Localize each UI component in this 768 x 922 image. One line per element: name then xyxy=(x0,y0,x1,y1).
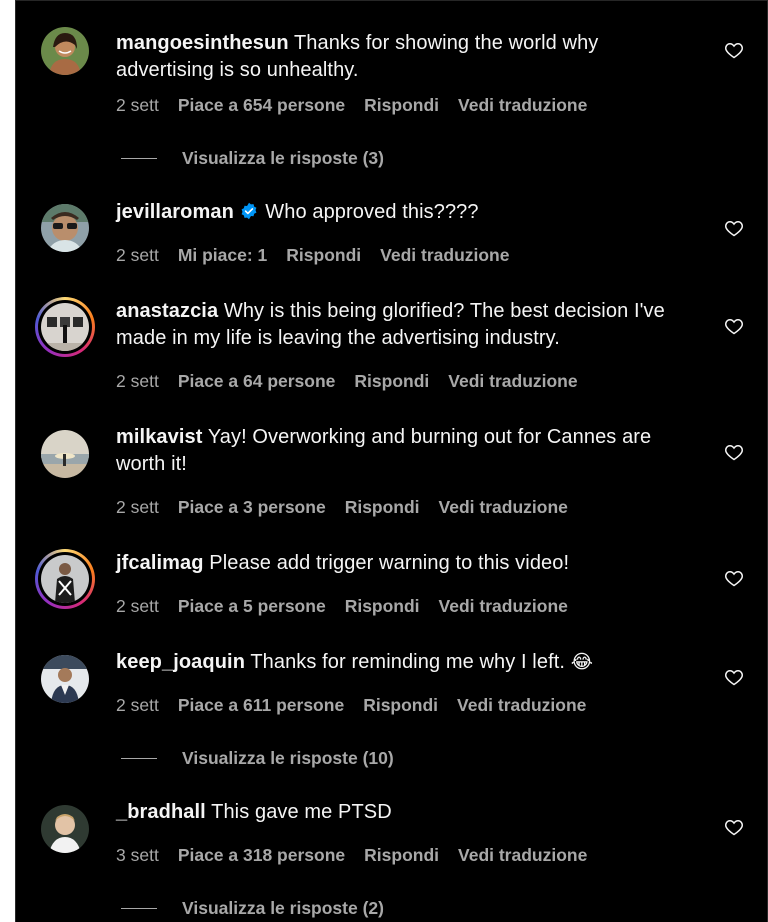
gallery-story-ring-icon xyxy=(41,303,89,351)
reply-button[interactable]: Rispondi xyxy=(363,695,438,716)
heart-icon[interactable] xyxy=(724,667,744,687)
comment-body: This gave me PTSD xyxy=(211,801,392,823)
reply-button[interactable]: Rispondi xyxy=(364,845,439,866)
heart-icon[interactable] xyxy=(724,40,744,60)
heart-icon[interactable] xyxy=(724,817,744,837)
view-replies-button[interactable]: Visualizza le risposte (2) xyxy=(121,898,384,919)
man-portrait-light-icon xyxy=(41,805,89,853)
comment-text: keep_joaquin Thanks for reminding me why… xyxy=(116,649,696,676)
avatar[interactable] xyxy=(41,27,89,75)
reply-button[interactable]: Rispondi xyxy=(286,245,361,266)
reply-button[interactable]: Rispondi xyxy=(345,497,420,518)
comment-text: jfcalimag Please add trigger warning to … xyxy=(116,550,696,577)
username[interactable]: jfcalimag xyxy=(116,552,204,574)
comment-text: milkavist Yay! Overworking and burning o… xyxy=(116,424,696,478)
likes-count[interactable]: Piace a 5 persone xyxy=(178,596,326,617)
view-replies-label: Visualizza le risposte (10) xyxy=(182,748,394,768)
reply-button[interactable]: Rispondi xyxy=(364,95,439,116)
replies-dash xyxy=(121,158,157,159)
replies-dash xyxy=(121,908,157,909)
timestamp[interactable]: 2 sett xyxy=(116,596,159,617)
avatar[interactable] xyxy=(41,655,89,703)
panel-top-divider xyxy=(16,0,767,1)
username[interactable]: milkavist xyxy=(116,426,203,448)
timestamp[interactable]: 2 sett xyxy=(116,95,159,116)
username[interactable]: keep_joaquin xyxy=(116,651,245,673)
likes-count[interactable]: Piace a 3 persone xyxy=(178,497,326,518)
username[interactable]: mangoesinthesun xyxy=(116,32,289,54)
translate-button[interactable]: Vedi traduzione xyxy=(439,596,568,617)
timestamp[interactable]: 3 sett xyxy=(116,845,159,866)
username[interactable]: jevillaroman xyxy=(116,201,234,223)
likes-count[interactable]: Piace a 318 persone xyxy=(178,845,345,866)
heart-icon[interactable] xyxy=(724,218,744,238)
comment-body: Please add trigger warning to this video… xyxy=(209,552,570,574)
avatar[interactable] xyxy=(41,430,89,478)
avatar-inner xyxy=(38,552,92,606)
comment-meta: 2 sett Piace a 64 persone Rispondi Vedi … xyxy=(116,371,578,392)
username[interactable]: anastazcia xyxy=(116,300,218,322)
avatar[interactable] xyxy=(41,204,89,252)
timestamp[interactable]: 2 sett xyxy=(116,497,159,518)
comment-text: anastazcia Why is this being glorified? … xyxy=(116,298,696,352)
timestamp[interactable]: 2 sett xyxy=(116,371,159,392)
timestamp[interactable]: 2 sett xyxy=(116,245,159,266)
translate-button[interactable]: Vedi traduzione xyxy=(448,371,577,392)
translate-button[interactable]: Vedi traduzione xyxy=(457,695,586,716)
translate-button[interactable]: Vedi traduzione xyxy=(458,95,587,116)
comment-body: Thanks for reminding me why I left. xyxy=(250,651,566,673)
heart-icon[interactable] xyxy=(724,568,744,588)
comment-meta: 3 sett Piace a 318 persone Rispondi Vedi… xyxy=(116,845,587,866)
verified-badge-icon xyxy=(241,202,257,220)
person-story-ring-icon xyxy=(41,555,89,603)
avatar[interactable] xyxy=(41,805,89,853)
likes-count[interactable]: Piace a 64 persone xyxy=(178,371,336,392)
translate-button[interactable]: Vedi traduzione xyxy=(458,845,587,866)
avatar[interactable] xyxy=(35,549,95,609)
comment-text: _bradhall This gave me PTSD xyxy=(116,799,696,826)
likes-count[interactable]: Piace a 654 persone xyxy=(178,95,345,116)
comment-meta: 2 sett Piace a 3 persone Rispondi Vedi t… xyxy=(116,497,568,518)
timestamp[interactable]: 2 sett xyxy=(116,695,159,716)
avatar[interactable] xyxy=(35,297,95,357)
avatar-picture xyxy=(41,303,89,351)
translate-button[interactable]: Vedi traduzione xyxy=(439,497,568,518)
reply-button[interactable]: Rispondi xyxy=(354,371,429,392)
comment-meta: 2 sett Piace a 611 persone Rispondi Vedi… xyxy=(116,695,586,716)
man-sunglasses-icon xyxy=(41,204,89,252)
man-portrait-icon xyxy=(41,655,89,703)
view-replies-button[interactable]: Visualizza le risposte (3) xyxy=(121,148,384,169)
comment-meta: 2 sett Piace a 654 persone Rispondi Vedi… xyxy=(116,95,587,116)
view-replies-button[interactable]: Visualizza le risposte (10) xyxy=(121,748,394,769)
heart-icon[interactable] xyxy=(724,442,744,462)
avatar-inner xyxy=(38,300,92,354)
comment-meta: 2 sett Piace a 5 persone Rispondi Vedi t… xyxy=(116,596,568,617)
avatar-picture xyxy=(41,555,89,603)
comment-meta: 2 sett Mi piace: 1 Rispondi Vedi traduzi… xyxy=(116,245,509,266)
view-replies-label: Visualizza le risposte (2) xyxy=(182,898,384,918)
likes-count[interactable]: Mi piace: 1 xyxy=(178,245,267,266)
reply-button[interactable]: Rispondi xyxy=(345,596,420,617)
laughing-emoji-icon: 😂 xyxy=(570,651,594,673)
likes-count[interactable]: Piace a 611 persone xyxy=(178,695,344,716)
username[interactable]: _bradhall xyxy=(116,801,206,823)
comment-text: jevillaroman Who approved this???? xyxy=(116,199,696,226)
woman-portrait-icon xyxy=(41,27,89,75)
comment-text: mangoesinthesun Thanks for showing the w… xyxy=(116,30,696,84)
beach-sunset-icon xyxy=(41,430,89,478)
comments-panel: mangoesinthesun Thanks for showing the w… xyxy=(15,0,768,922)
replies-dash xyxy=(121,758,157,759)
heart-icon[interactable] xyxy=(724,316,744,336)
view-replies-label: Visualizza le risposte (3) xyxy=(182,148,384,168)
translate-button[interactable]: Vedi traduzione xyxy=(380,245,509,266)
comment-body: Who approved this???? xyxy=(265,201,479,223)
